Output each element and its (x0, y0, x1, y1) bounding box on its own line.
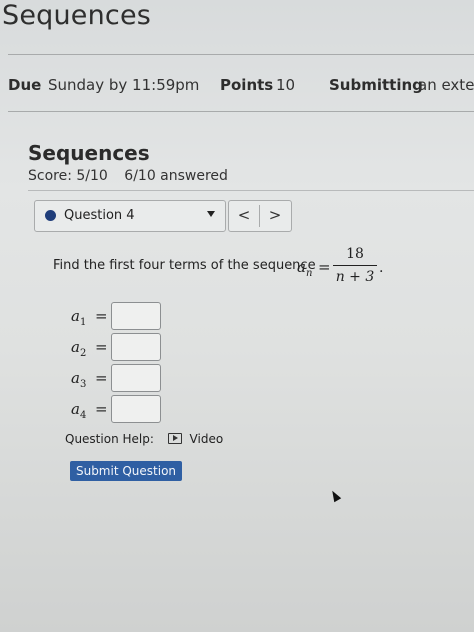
term-sub-2: 2 (79, 348, 87, 359)
question-help: Question Help: Video (65, 432, 223, 446)
term-label-4: a4 (71, 400, 86, 421)
term-sub-1: 1 (79, 317, 87, 328)
points-value: 10 (276, 76, 296, 94)
formula-lhs-var: a (297, 258, 306, 276)
formula-lhs: an (297, 258, 312, 279)
score-value: Score: 5/10 (28, 168, 108, 184)
term-var-4: a (71, 400, 80, 418)
submitting-label: Submitting (329, 76, 423, 94)
score-line: Score: 5/10 6/10 answered (28, 168, 228, 184)
term-input-2[interactable] (111, 333, 161, 361)
term-row-3: a3 = (71, 364, 181, 394)
question-select[interactable]: Question 4 (34, 200, 226, 232)
formula-numerator: 18 (346, 246, 364, 262)
formula-lhs-sub: n (305, 268, 313, 279)
term-input-4[interactable] (111, 395, 161, 423)
formula-denominator: n + 3 (335, 269, 375, 285)
term-sub-4: 4 (79, 410, 87, 421)
term-var-2: a (71, 338, 80, 356)
term-label-2: a2 (71, 338, 86, 359)
prev-question-button[interactable]: < (229, 201, 259, 231)
top-divider (8, 54, 474, 55)
fraction-bar (333, 265, 377, 266)
term-row-2: a2 = (71, 333, 181, 363)
assignment-meta-row: Due Sunday by 11:59pm Points 10 Submitti… (8, 76, 474, 100)
page-title: Sequences (2, 0, 152, 31)
term-var-1: a (71, 307, 80, 325)
term-equals-1: = (95, 307, 108, 325)
formula-equals: = (318, 258, 331, 276)
term-label-1: a1 (71, 307, 86, 328)
video-icon[interactable] (167, 433, 182, 444)
term-row-4: a4 = (71, 395, 181, 425)
term-input-3[interactable] (111, 364, 161, 392)
due-label: Due (8, 76, 42, 94)
term-equals-2: = (95, 338, 108, 356)
question-nav-buttons: < > (228, 200, 292, 232)
points-label: Points (220, 76, 274, 94)
term-row-1: a1 = (71, 302, 181, 332)
term-label-3: a3 (71, 369, 86, 390)
mouse-cursor-icon (328, 488, 342, 503)
submit-question-button[interactable]: Submit Question (70, 461, 182, 481)
formula-period: . (379, 260, 384, 276)
question-status-dot-icon (45, 210, 56, 221)
submitting-value: an exter (418, 76, 474, 94)
term-sub-3: 3 (79, 379, 87, 390)
assignment-title: Sequences (28, 141, 150, 165)
caret-down-icon (207, 211, 215, 217)
score-divider (28, 190, 474, 191)
term-input-1[interactable] (111, 302, 161, 330)
meta-divider (8, 111, 474, 112)
answered-count: 6/10 answered (124, 168, 228, 184)
term-equals-3: = (95, 369, 108, 387)
due-value: Sunday by 11:59pm (48, 76, 200, 94)
question-help-label: Question Help: (65, 432, 154, 446)
term-equals-4: = (95, 400, 108, 418)
next-question-button[interactable]: > (260, 201, 290, 231)
question-prompt: Find the first four terms of the sequenc… (53, 258, 316, 273)
video-help-link[interactable]: Video (190, 432, 224, 446)
question-select-label: Question 4 (64, 208, 135, 223)
term-var-3: a (71, 369, 80, 387)
formula-fraction: 18 n + 3 (333, 245, 377, 286)
